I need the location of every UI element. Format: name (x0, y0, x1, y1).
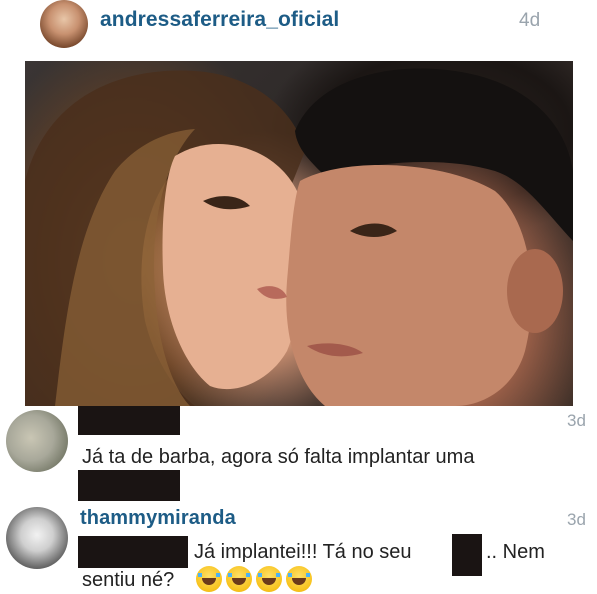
comment-username[interactable]: thammymiranda (80, 507, 236, 530)
comment-timestamp: 3d (567, 411, 586, 430)
comment-text: Já implantei!!! Tá no seu (194, 541, 412, 563)
avatar[interactable] (40, 0, 88, 48)
face-with-tears-of-joy-icon (196, 566, 222, 592)
avatar[interactable] (6, 507, 68, 569)
comment-timestamp: 3d (567, 510, 586, 529)
redacted-username (78, 406, 180, 435)
redacted-word (452, 534, 482, 576)
comment-item: 3d Já ta de barba, agora só falta implan… (0, 406, 597, 501)
redacted-text (78, 470, 180, 501)
comment-item: thammymiranda 3d Já implantei!!! Tá no s… (0, 503, 597, 594)
photo-illustration (25, 68, 573, 406)
face-with-tears-of-joy-icon (286, 566, 312, 592)
post-header: andressaferreira_oficial 4d (0, 0, 597, 60)
face-with-tears-of-joy-icon (256, 566, 282, 592)
emoji-group (196, 566, 312, 592)
redacted-mention (78, 536, 188, 568)
comment-text-line2: sentiu né? (82, 569, 175, 591)
face-with-tears-of-joy-icon (226, 566, 252, 592)
post-photo[interactable] (25, 61, 573, 406)
avatar[interactable] (6, 410, 68, 472)
comment-text-continued: .. Nem (486, 541, 545, 563)
post-username[interactable]: andressaferreira_oficial (100, 8, 339, 32)
post-timestamp: 4d (519, 10, 541, 31)
comment-text: Já ta de barba, agora só falta implantar… (82, 446, 475, 468)
